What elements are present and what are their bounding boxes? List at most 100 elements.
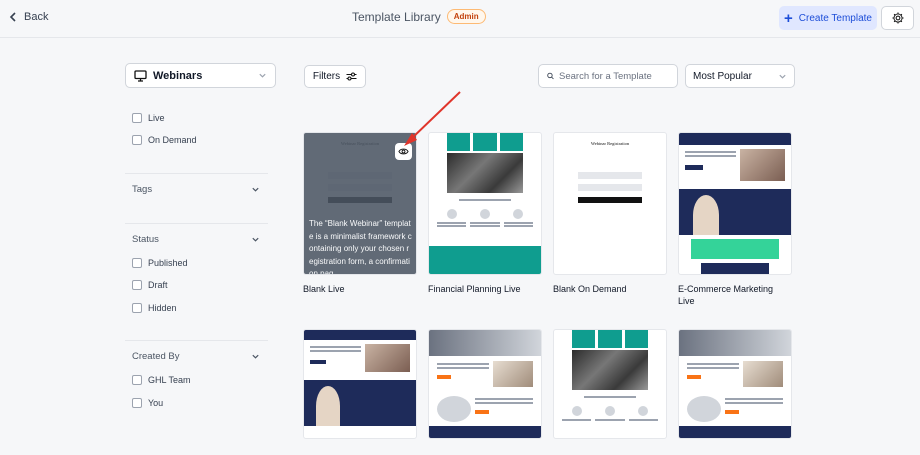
card-title: Blank On Demand — [553, 284, 627, 294]
chevron-down-icon — [252, 354, 259, 359]
checkbox[interactable] — [132, 303, 142, 313]
category-select[interactable]: Webinars — [125, 63, 276, 88]
create-template-button[interactable]: + Create Template — [779, 6, 877, 30]
gear-icon — [891, 12, 904, 24]
template-thumbnail[interactable] — [428, 329, 542, 439]
thumb-footer — [679, 426, 791, 438]
checkbox[interactable] — [132, 398, 142, 408]
thumb-hero — [429, 356, 541, 392]
thumb-footer — [701, 263, 769, 274]
filter-draft[interactable]: Draft — [132, 280, 168, 290]
thumb-hero — [679, 356, 791, 392]
section-label: Created By — [132, 351, 180, 362]
checkbox[interactable] — [132, 135, 142, 145]
filter-ghl-team[interactable]: GHL Team — [132, 375, 191, 385]
sort-select[interactable]: Most Popular — [685, 64, 795, 88]
template-card-financial-planning-live[interactable]: Financial Planning Live — [428, 132, 542, 295]
filter-label: GHL Team — [148, 375, 191, 385]
chevron-down-icon — [259, 73, 266, 78]
template-thumbnail[interactable] — [428, 132, 542, 275]
filter-hidden[interactable]: Hidden — [132, 303, 177, 313]
thumb-about — [679, 189, 791, 235]
filter-label: Published — [148, 258, 188, 268]
template-thumbnail[interactable]: Webinar Registration — [553, 132, 667, 275]
chevron-down-icon — [252, 187, 259, 192]
thumb-columns — [429, 203, 541, 234]
thumb-photo — [572, 350, 648, 390]
category-label: Webinars — [153, 69, 203, 82]
template-thumbnail[interactable] — [678, 132, 792, 275]
template-thumbnail[interactable] — [553, 329, 667, 439]
monitor-icon — [134, 69, 147, 82]
checkbox[interactable] — [132, 280, 142, 290]
thumb-hero — [679, 145, 791, 185]
template-card[interactable] — [303, 329, 417, 439]
filter-label: Live — [148, 113, 165, 123]
card-title: Blank Live — [303, 284, 345, 294]
search-input[interactable] — [559, 70, 669, 82]
thumb-banner — [429, 330, 541, 356]
thumb-footer — [429, 426, 541, 438]
settings-button[interactable] — [881, 6, 914, 30]
thumb-top — [429, 133, 541, 151]
checkbox[interactable] — [132, 375, 142, 385]
template-card-blank-on-demand[interactable]: Webinar Registration Blank On Demand — [553, 132, 667, 295]
template-card-blank-live[interactable]: Webinar Registration The “Blank Webinar”… — [303, 132, 417, 295]
created-by-section-toggle[interactable]: Created By — [132, 351, 260, 362]
sort-label: Most Popular — [693, 70, 752, 82]
eye-icon — [398, 148, 409, 155]
card-title: Financial Planning Live — [428, 284, 521, 294]
thumb-photo — [447, 153, 523, 193]
filters-button[interactable]: Filters — [304, 65, 366, 88]
tags-section-toggle[interactable]: Tags — [132, 184, 260, 195]
checkbox[interactable] — [132, 113, 142, 123]
thumb-footer — [429, 246, 541, 274]
plus-icon: + — [784, 9, 793, 27]
back-button[interactable]: Back — [8, 11, 48, 23]
thumb-section — [679, 392, 791, 426]
page-title-group: Template Library Admin — [352, 9, 486, 24]
chevron-down-icon — [779, 74, 786, 79]
status-section-toggle[interactable]: Status — [132, 234, 260, 245]
sliders-icon — [346, 72, 357, 81]
thumb-nav — [304, 330, 416, 340]
thumb-text — [459, 199, 511, 201]
preview-button[interactable] — [395, 143, 412, 160]
checkbox[interactable] — [132, 258, 142, 268]
template-thumbnail[interactable] — [678, 329, 792, 439]
thumb-nav — [679, 133, 791, 145]
filter-you[interactable]: You — [132, 398, 163, 408]
search-box[interactable] — [538, 64, 678, 88]
thumb-section — [429, 392, 541, 426]
form-field — [578, 184, 642, 191]
thumb-columns — [554, 400, 666, 428]
thumb-cta — [691, 239, 779, 259]
filter-on-demand[interactable]: On Demand — [132, 135, 197, 145]
filter-label: You — [148, 398, 164, 408]
thumb-banner — [679, 330, 791, 356]
thumb-about — [304, 380, 416, 426]
filter-label: Hidden — [148, 303, 177, 313]
template-card[interactable] — [553, 329, 667, 439]
chevron-down-icon — [252, 237, 259, 242]
top-bar: Back Template Library Admin + Create Tem… — [0, 0, 920, 38]
filter-live[interactable]: Live — [132, 113, 165, 123]
template-card-ecommerce-marketing-live[interactable]: E-Commerce Marketing Live — [678, 132, 792, 307]
template-card[interactable] — [428, 329, 542, 439]
search-icon — [547, 72, 554, 80]
form-submit — [578, 197, 642, 203]
divider — [125, 173, 268, 174]
chevron-left-icon — [9, 12, 16, 22]
divider — [125, 223, 268, 224]
template-thumbnail[interactable] — [303, 329, 417, 439]
card-title: E-Commerce Marketing Live — [678, 284, 774, 306]
divider — [125, 340, 268, 341]
filter-published[interactable]: Published — [132, 258, 188, 268]
admin-badge: Admin — [446, 9, 486, 24]
section-label: Status — [132, 234, 159, 245]
template-card[interactable] — [678, 329, 792, 439]
filters-label: Filters — [312, 71, 341, 82]
thumb-text — [584, 396, 636, 398]
back-label: Back — [24, 11, 49, 23]
template-thumbnail[interactable]: Webinar Registration The “Blank Webinar”… — [303, 132, 417, 275]
